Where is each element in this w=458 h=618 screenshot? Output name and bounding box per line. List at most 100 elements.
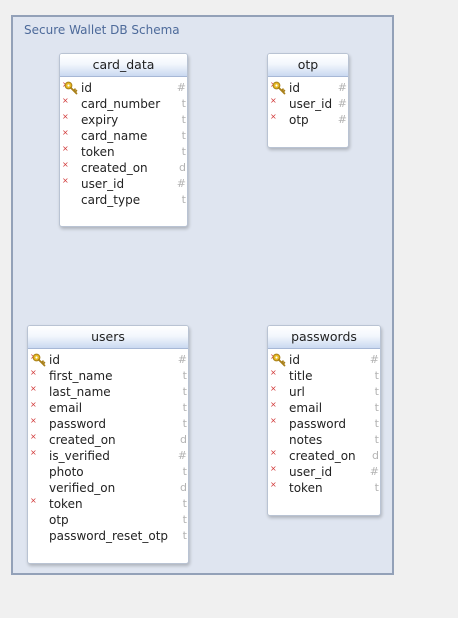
required-marker-icon: ×	[270, 384, 277, 393]
required-marker-icon: ×	[30, 416, 37, 425]
column-type-icon: #	[176, 81, 186, 94]
column-type-icon: t	[182, 465, 187, 478]
column-row[interactable]: password_reset_otp t	[28, 528, 188, 544]
column-row[interactable]: × token t	[28, 496, 188, 512]
column-row[interactable]: × last_name t	[28, 384, 188, 400]
required-marker-icon: ×	[270, 480, 277, 489]
column-row[interactable]: × otp #	[268, 112, 348, 128]
column-name: created_on	[49, 433, 116, 447]
column-name: otp	[49, 513, 69, 527]
required-marker-icon: ×	[270, 416, 277, 425]
column-row[interactable]: × title t	[268, 368, 380, 384]
table-header-card-data[interactable]: card_data	[60, 54, 187, 77]
column-row[interactable]: card_type t	[60, 192, 187, 208]
key-icon	[272, 353, 286, 367]
column-name: is_verified	[49, 449, 110, 463]
column-row[interactable]: × url t	[268, 384, 380, 400]
column-row[interactable]: × email t	[268, 400, 380, 416]
column-row[interactable]: × password t	[268, 416, 380, 432]
column-row[interactable]: × user_id #	[268, 464, 380, 480]
column-row[interactable]: × user_id #	[268, 96, 348, 112]
column-list: ×id#×user_id#×otp#	[268, 77, 348, 128]
column-row[interactable]: × created_on d	[268, 448, 380, 464]
column-name: title	[289, 369, 313, 383]
column-row[interactable]: ×id#	[268, 352, 380, 368]
required-marker-icon: ×	[62, 96, 69, 105]
column-name: last_name	[49, 385, 111, 399]
table-card-data[interactable]: card_data ×id#×card_numbert×expiryt×card…	[59, 53, 188, 227]
column-name: card_name	[81, 129, 148, 143]
column-list: ×id#×first_namet×last_namet×emailt×passw…	[28, 349, 188, 544]
column-row[interactable]: × user_id #	[60, 176, 187, 192]
column-name: created_on	[81, 161, 148, 175]
required-marker-icon: ×	[62, 128, 69, 137]
column-name: id	[289, 81, 300, 95]
required-marker-icon: ×	[30, 496, 37, 505]
column-name: user_id	[81, 177, 125, 191]
table-users[interactable]: users ×id#×first_namet×last_namet×emailt…	[27, 325, 189, 564]
column-row[interactable]: ×id#	[28, 352, 188, 368]
column-name: otp	[289, 113, 309, 127]
column-type-icon: #	[369, 465, 379, 478]
column-row[interactable]: × expiry t	[60, 112, 187, 128]
required-marker-icon: ×	[30, 448, 37, 457]
column-name: token	[49, 497, 83, 511]
column-name: password	[289, 417, 346, 431]
column-type-icon: t	[182, 385, 187, 398]
key-icon	[272, 81, 286, 95]
column-row[interactable]: photo t	[28, 464, 188, 480]
column-type-icon: t	[182, 513, 187, 526]
column-list: ×id#×card_numbert×expiryt×card_namet×tok…	[60, 77, 187, 208]
required-marker-icon: ×	[30, 432, 37, 441]
column-type-icon: t	[181, 193, 186, 206]
column-name: id	[49, 353, 60, 367]
required-marker-icon: ×	[62, 112, 69, 121]
column-type-icon: t	[181, 129, 186, 142]
column-type-icon: #	[337, 97, 347, 110]
column-name: notes	[289, 433, 323, 447]
required-marker-icon: ×	[270, 96, 277, 105]
column-row[interactable]: × token t	[268, 480, 380, 496]
table-passwords[interactable]: passwords × id # × title t × url t × email t × passwo…	[267, 325, 381, 516]
column-name: user_id	[289, 97, 333, 111]
required-marker-icon: ×	[30, 368, 37, 377]
column-type-icon: d	[180, 481, 187, 494]
column-row[interactable]: × card_name t	[60, 128, 187, 144]
column-type-icon: t	[182, 497, 187, 510]
required-marker-icon: ×	[62, 176, 69, 185]
column-type-icon: #	[176, 177, 186, 190]
column-name: photo	[49, 465, 84, 479]
required-marker-icon: ×	[270, 112, 277, 121]
column-row[interactable]: × email t	[28, 400, 188, 416]
column-row[interactable]: verified_on d	[28, 480, 188, 496]
column-row[interactable]: otp t	[28, 512, 188, 528]
column-row[interactable]: × card_number t	[60, 96, 187, 112]
table-header-otp[interactable]: otp	[268, 54, 348, 77]
column-row[interactable]: × password t	[28, 416, 188, 432]
column-row[interactable]: × created_on d	[28, 432, 188, 448]
column-row[interactable]: × first_name t	[28, 368, 188, 384]
column-type-icon: t	[181, 145, 186, 158]
column-type-icon: #	[337, 81, 347, 94]
column-type-icon: t	[182, 369, 187, 382]
column-name: token	[289, 481, 323, 495]
required-marker-icon: ×	[30, 384, 37, 393]
column-name: email	[49, 401, 83, 415]
column-name: email	[289, 401, 323, 415]
column-type-icon: t	[181, 97, 186, 110]
column-row[interactable]: notes t	[268, 432, 380, 448]
table-header-users[interactable]: users	[28, 326, 188, 349]
column-row[interactable]: ×id#	[60, 80, 187, 96]
column-row[interactable]: × token t	[60, 144, 187, 160]
column-row[interactable]: × is_verified #	[28, 448, 188, 464]
required-marker-icon: ×	[270, 368, 277, 377]
column-row[interactable]: × created_on d	[60, 160, 187, 176]
table-otp[interactable]: otp ×id#×user_id#×otp#	[267, 53, 349, 148]
column-type-icon: d	[179, 161, 186, 174]
column-name: url	[289, 385, 305, 399]
column-row[interactable]: ×id#	[268, 80, 348, 96]
required-marker-icon: ×	[270, 464, 277, 473]
column-name: first_name	[49, 369, 113, 383]
table-header-passwords[interactable]: passwords	[268, 326, 380, 349]
column-type-icon: t	[374, 417, 379, 430]
